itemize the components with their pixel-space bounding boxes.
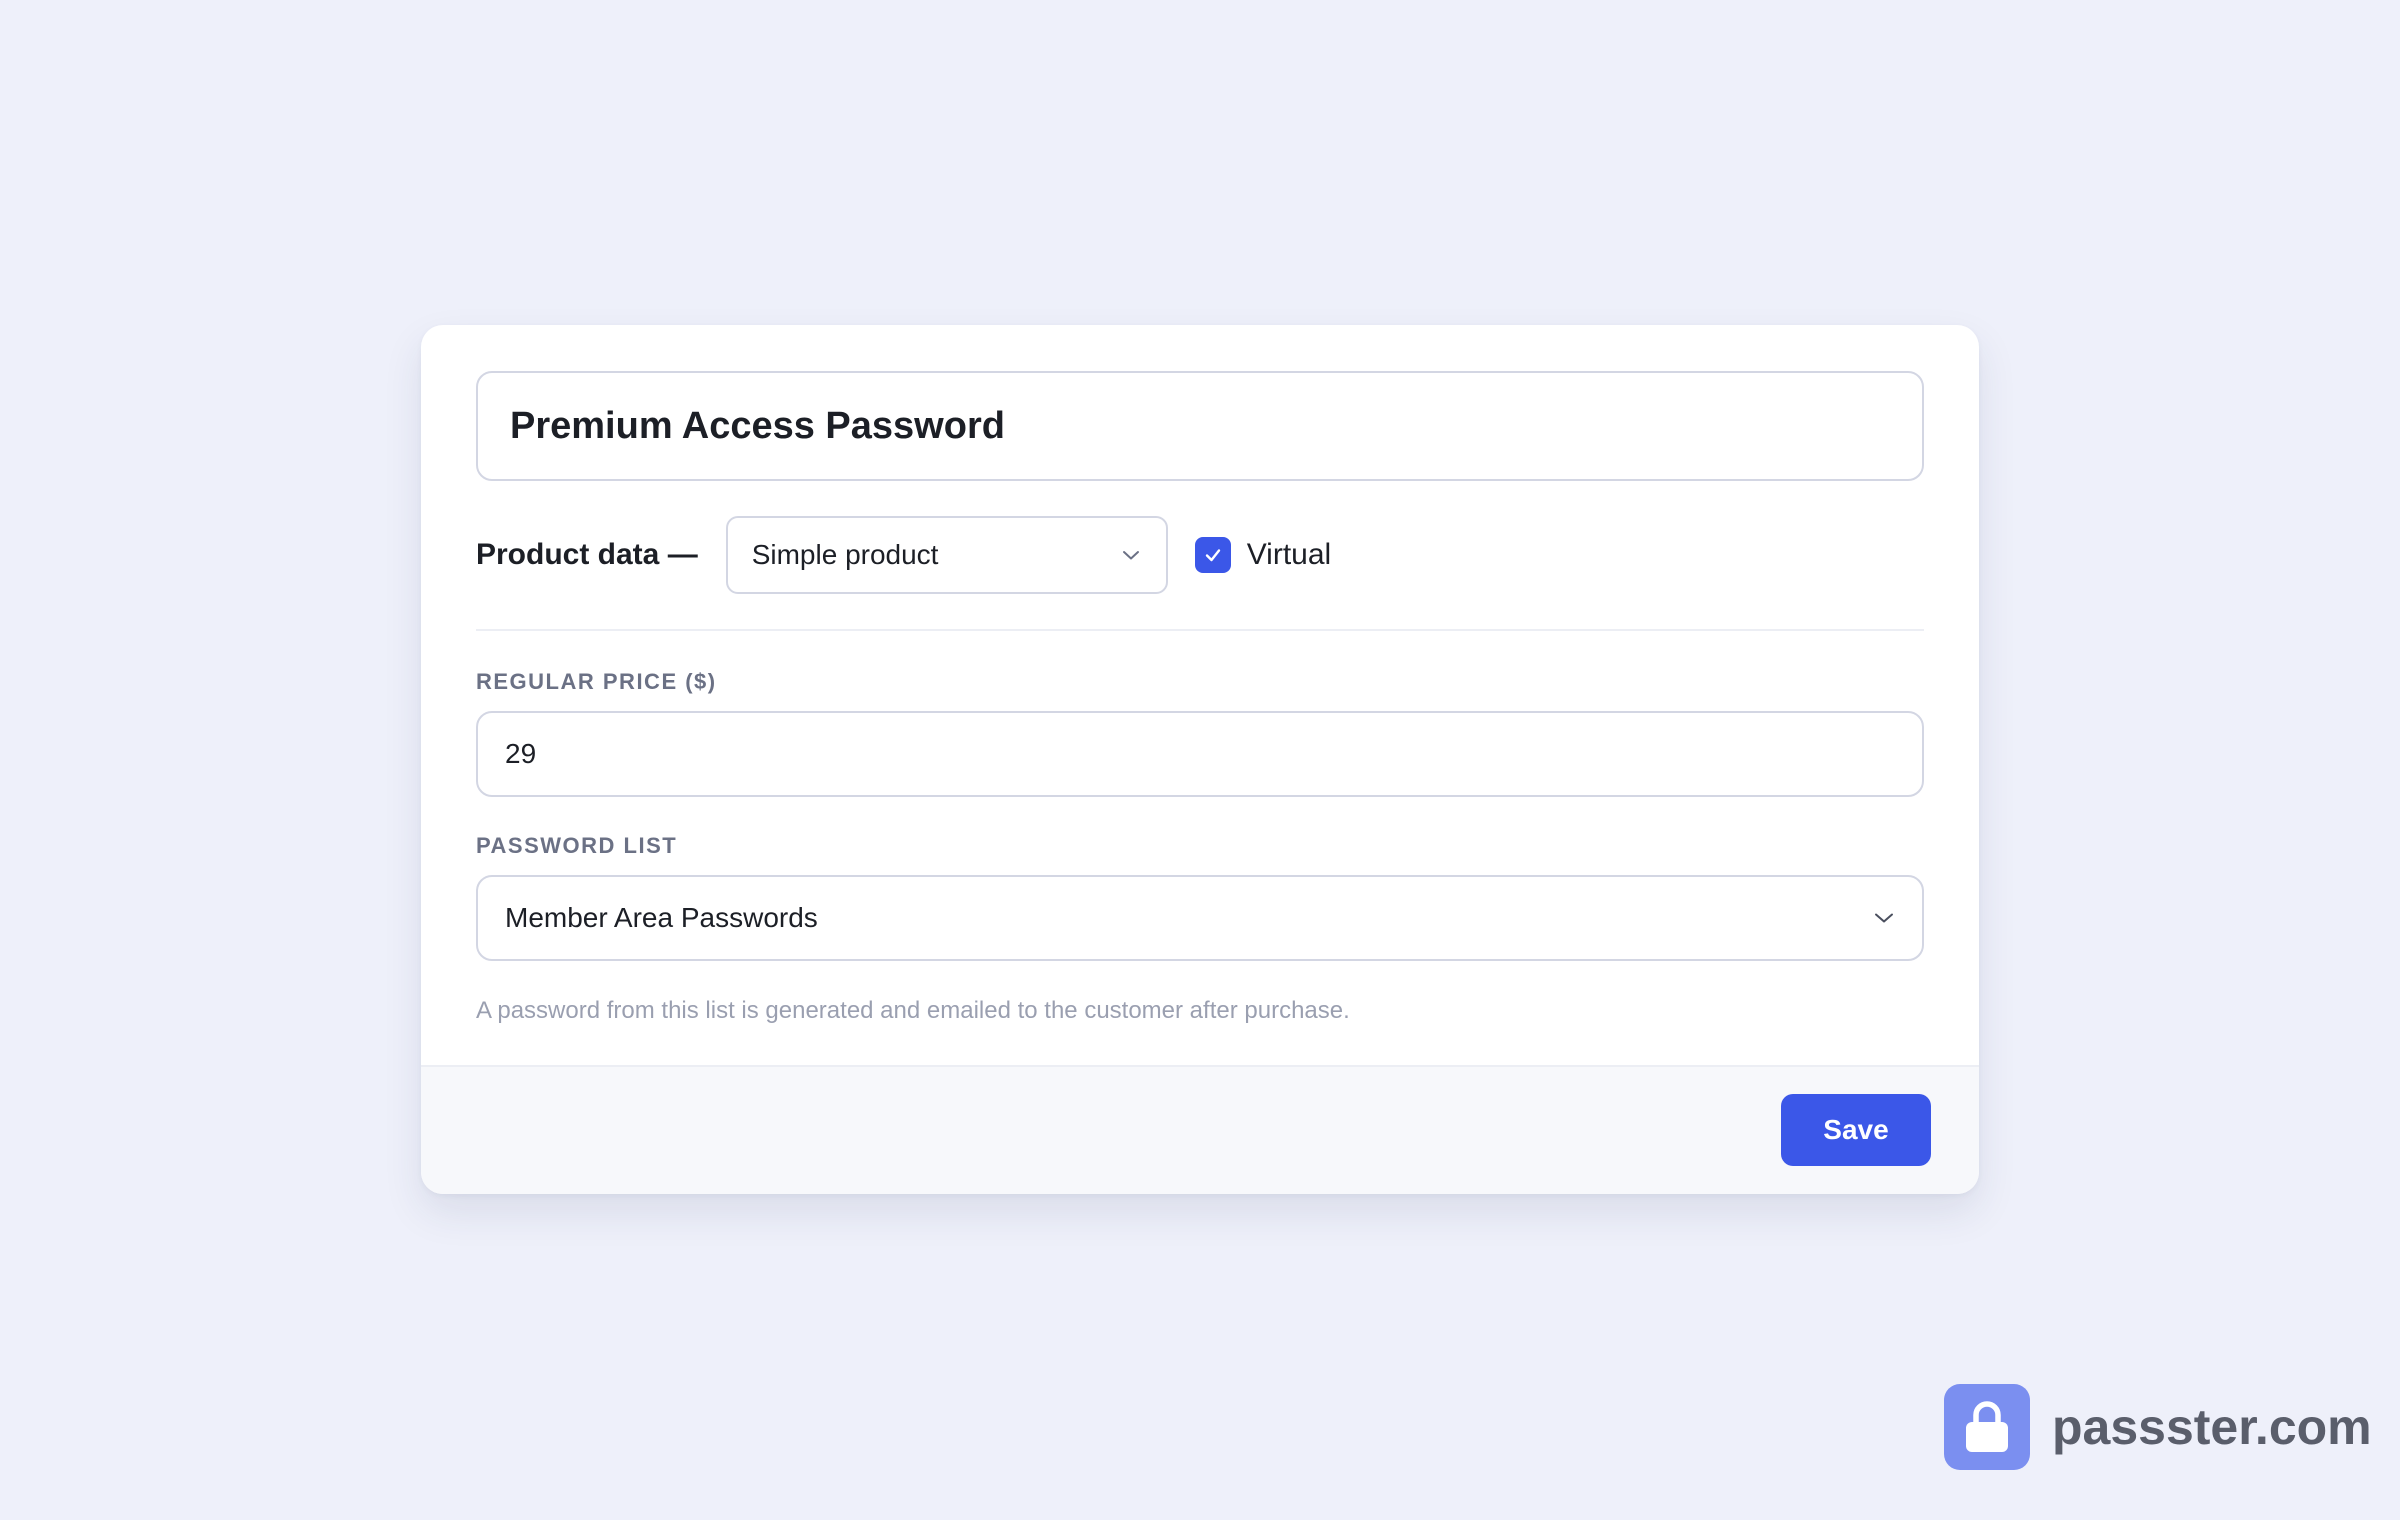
save-button[interactable]: Save [1781,1094,1931,1166]
card-body: Product data — Simple product Virtual [421,325,1979,1067]
product-title-input[interactable] [476,371,1924,481]
virtual-checkbox-group[interactable]: Virtual [1194,537,1332,573]
chevron-down-icon [1873,907,1895,929]
product-data-row: Product data — Simple product Virtual [476,516,1924,594]
checkmark-icon [1205,549,1220,562]
regular-price-input[interactable] [476,711,1924,797]
product-editor-card: Product data — Simple product Virtual [421,325,1979,1194]
virtual-checkbox[interactable] [1194,537,1231,573]
virtual-checkbox-label: Virtual [1246,538,1332,571]
card-footer: Save [421,1065,1979,1194]
regular-price-label: REGULAR PRICE ($) [476,669,717,694]
product-type-select[interactable]: Simple product [725,516,1168,594]
password-list-label: PASSWORD LIST [476,833,678,858]
brand-logo [1944,1384,2030,1470]
chevron-down-icon [1120,544,1142,566]
product-type-selected-value: Simple product [751,539,939,570]
product-data-label: Product data — [476,538,698,571]
section-divider [476,629,1924,631]
brand-text: passster.com [2052,1399,2372,1455]
lock-icon [1966,1401,2008,1452]
password-list-helper-text: A password from this list is generated a… [476,997,1350,1024]
brand-watermark: passster.com [1944,1384,2372,1470]
password-list-selected-value: Member Area Passwords [505,902,818,933]
password-list-select[interactable]: Member Area Passwords [476,875,1924,961]
